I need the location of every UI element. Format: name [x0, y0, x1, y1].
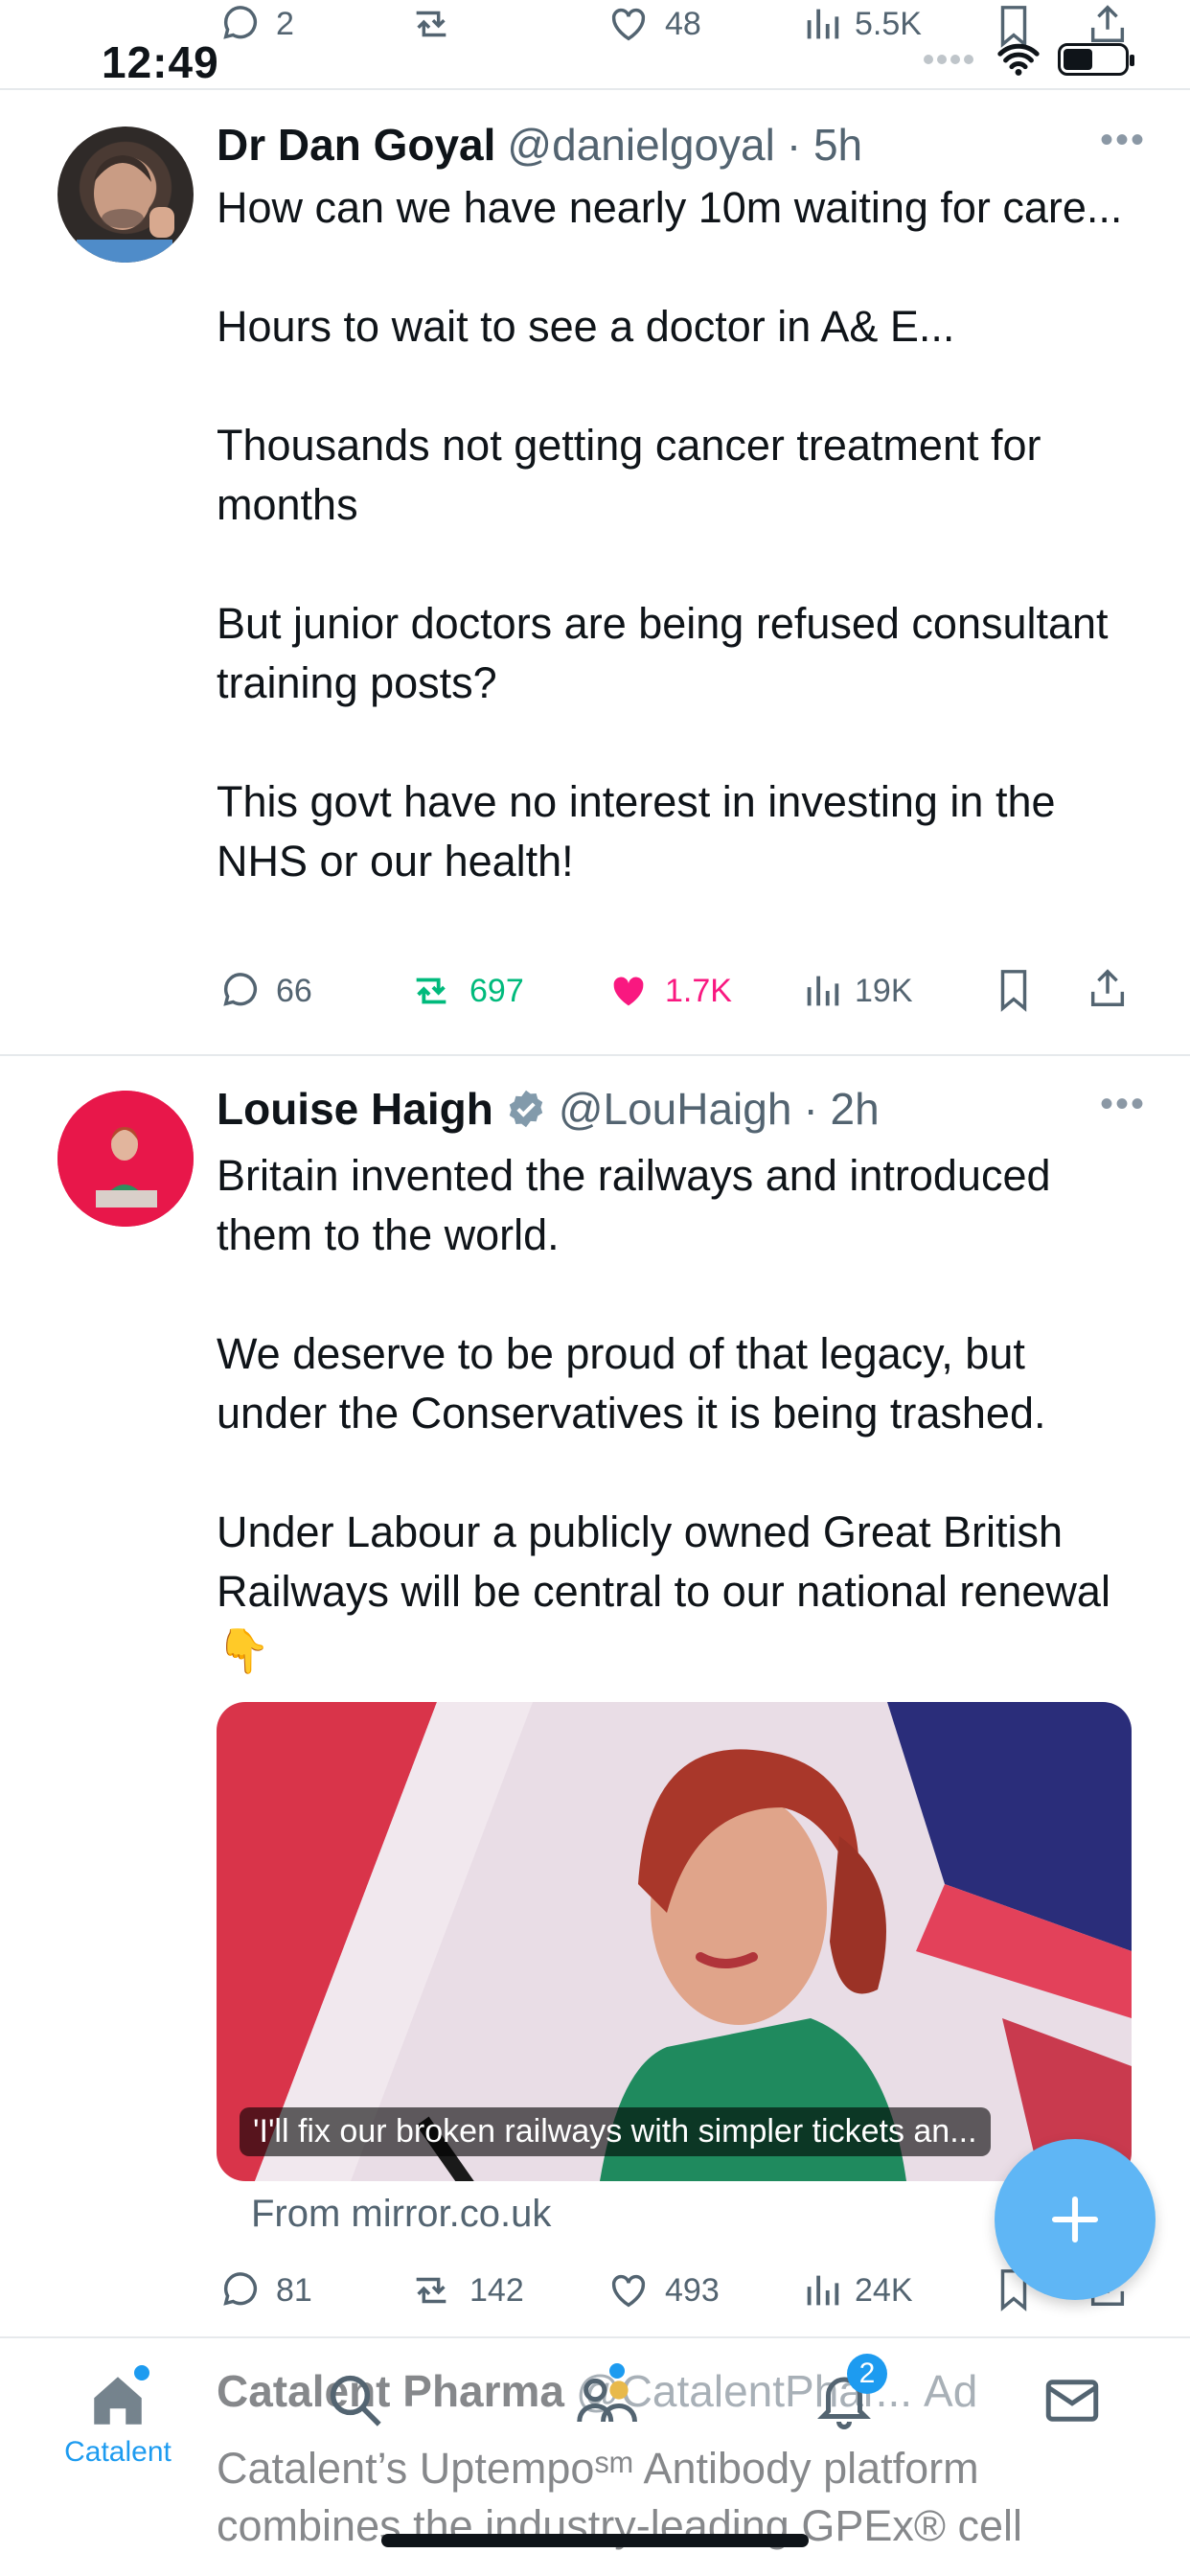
views-icon — [807, 976, 839, 1006]
repost-icon — [416, 11, 446, 37]
repost-count: 697 — [469, 972, 524, 1009]
views-count: 24K — [855, 2271, 913, 2309]
tweet-paragraph: This govt have no interest in investing … — [217, 777, 1056, 886]
link-card-source[interactable]: From mirror.co.uk — [251, 2193, 551, 2236]
reply-icon — [223, 2272, 258, 2306]
author-name[interactable]: Louise Haigh — [217, 1083, 493, 1135]
heart-icon — [611, 8, 646, 41]
author-name[interactable]: Dr Dan Goyal — [217, 119, 495, 171]
share-icon[interactable] — [1087, 2, 1129, 46]
divider — [0, 2336, 1190, 2338]
share-icon[interactable] — [1087, 966, 1129, 1010]
reply-count: 66 — [276, 972, 312, 1009]
author-handle[interactable]: @LouHaigh — [559, 1083, 792, 1135]
repost-button[interactable]: 142 — [406, 2262, 524, 2319]
wifi-icon — [997, 43, 1040, 76]
views-button[interactable]: 19K — [803, 962, 913, 1020]
reply-button[interactable]: 2 — [218, 2, 294, 46]
views-button[interactable]: 24K — [803, 2262, 913, 2319]
battery-icon — [1058, 43, 1134, 76]
reply-icon — [223, 973, 258, 1006]
tweet-text: How can we have nearly 10m waiting for c… — [217, 178, 1136, 891]
reply-button[interactable]: 81 — [218, 2262, 312, 2319]
like-button[interactable]: 493 — [606, 2262, 720, 2319]
tweet[interactable]: Dr Dan Goyal @danielgoyal · 5h ••• How c… — [0, 92, 1190, 1054]
views-count: 19K — [855, 972, 913, 1009]
tweet-paragraph: How can we have nearly 10m waiting for c… — [217, 183, 1123, 232]
avatar[interactable] — [57, 1091, 194, 1227]
tweet-header: Dr Dan Goyal @danielgoyal · 5h — [217, 119, 862, 171]
views-icon — [807, 9, 839, 39]
like-count: 48 — [665, 5, 701, 42]
reply-button[interactable]: 66 — [218, 962, 312, 1020]
views-icon — [807, 2275, 839, 2306]
tab-home-label: Catalent — [64, 2436, 172, 2468]
tab-search[interactable] — [303, 2369, 408, 2474]
like-count: 493 — [665, 2271, 720, 2309]
tab-communities[interactable] — [556, 2369, 661, 2474]
views-button[interactable]: 5.5K — [803, 2, 922, 46]
avatar-photo — [77, 155, 174, 263]
home-indicator — [381, 2534, 809, 2547]
communities-icon — [577, 2378, 637, 2423]
tweet-header: Louise Haigh @LouHaigh · 2h — [217, 1083, 880, 1135]
repost-count: 142 — [469, 2271, 524, 2309]
tweet-paragraph: Britain invented the railways and introd… — [217, 1151, 1051, 1259]
status-indicators — [924, 42, 1134, 77]
repost-button[interactable] — [406, 2, 456, 46]
repost-icon — [416, 2277, 446, 2304]
repost-button[interactable]: 697 — [406, 962, 524, 1020]
tab-home[interactable]: Catalent — [64, 2369, 172, 2474]
like-button[interactable]: 48 — [606, 2, 701, 46]
like-count: 1.7K — [665, 972, 732, 1009]
bookmark-icon[interactable] — [995, 968, 1033, 1012]
repost-icon — [416, 978, 446, 1004]
views-count: 5.5K — [855, 5, 922, 42]
tweet-actions: 66 697 1.7K 19K — [217, 962, 1136, 1020]
verified-badge-icon — [509, 1090, 543, 1128]
search-icon — [330, 2375, 381, 2426]
signal-dots-icon — [924, 55, 979, 64]
tweet-time: · 5h — [786, 120, 863, 170]
communities-unread-dot — [609, 2363, 625, 2379]
avatar-photo — [57, 1091, 194, 1227]
reply-count: 2 — [276, 5, 294, 42]
reply-count: 81 — [276, 2271, 312, 2309]
notification-badge: 2 — [847, 2354, 887, 2394]
tweet-paragraph: Thousands not getting cancer treatment f… — [217, 421, 1041, 529]
link-card[interactable]: 'I'll fix our broken railways with simpl… — [217, 1702, 1132, 2181]
mail-icon — [1045, 2380, 1099, 2422]
tab-messages[interactable] — [1019, 2369, 1125, 2474]
compose-button[interactable] — [995, 2139, 1156, 2300]
home-unread-dot — [134, 2365, 149, 2380]
more-icon[interactable]: ••• — [1100, 119, 1146, 162]
heart-icon — [611, 2274, 646, 2308]
top-bar: 2 48 5.5K 12:49 — [0, 0, 1190, 90]
status-time: 12:49 — [102, 37, 219, 87]
like-button[interactable]: 1.7K — [606, 962, 732, 1020]
tweet-text: Britain invented the railways and introd… — [217, 1146, 1136, 1681]
plus-icon — [1051, 2196, 1099, 2243]
tweet-paragraph: Hours to wait to see a doctor in A& E... — [217, 302, 955, 351]
tweet-actions: 81 142 493 24K — [217, 2262, 1136, 2319]
tweet-paragraph: Under Labour a publicly owned Great Brit… — [217, 1507, 1110, 1675]
author-handle[interactable]: @danielgoyal — [507, 119, 774, 171]
heart-filled-icon — [613, 977, 644, 1006]
reply-icon — [223, 6, 258, 39]
tweet-paragraph: We deserve to be proud of that legacy, b… — [217, 1329, 1046, 1438]
more-icon[interactable]: ••• — [1100, 1083, 1146, 1126]
tweet-time: · 2h — [803, 1084, 880, 1134]
tweet-paragraph: But junior doctors are being refused con… — [217, 599, 1109, 707]
link-card-caption: 'I'll fix our broken railways with simpl… — [240, 2107, 991, 2156]
avatar[interactable] — [57, 126, 194, 263]
